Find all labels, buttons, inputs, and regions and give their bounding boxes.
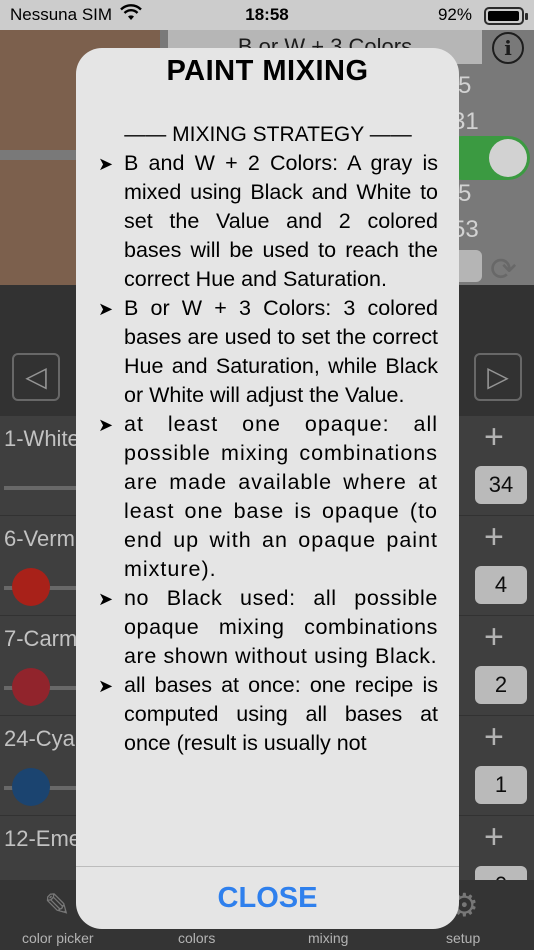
strategy-description: B and W + 2 Colors: A gray is mixed usin… <box>124 151 438 291</box>
list-item: ➤ B or W + 3 Colors: 3 colored bases are… <box>98 294 438 410</box>
arrow-bullet-icon: ➤ <box>98 154 114 174</box>
arrow-bullet-icon: ➤ <box>98 676 114 696</box>
list-item: ➤ at least one opaque: all possible mixi… <box>98 410 438 584</box>
list-item: ➤ B and W + 2 Colors: A gray is mixed us… <box>98 149 438 294</box>
dialog-body[interactable]: —— MIXING STRATEGY —— ➤ B and W + 2 Colo… <box>98 120 438 866</box>
list-item: ➤ all bases at once: one recipe is compu… <box>98 671 438 758</box>
paint-mixing-dialog: PAINT MIXING —— MIXING STRATEGY —— ➤ B a… <box>76 48 459 929</box>
close-button[interactable]: CLOSE <box>76 867 459 929</box>
arrow-bullet-icon: ➤ <box>98 415 114 435</box>
list-item: ➤ no Black used: all possible opaque mix… <box>98 584 438 671</box>
arrow-bullet-icon: ➤ <box>98 589 114 609</box>
dialog-title: PAINT MIXING <box>166 55 369 87</box>
strategy-description: no Black used: all possible opaque mixin… <box>124 586 438 668</box>
strategy-description: all bases at once: one recipe is compute… <box>124 673 438 755</box>
strategy-description: at least one opaque: all possible mixing… <box>124 412 438 581</box>
section-header: —— MIXING STRATEGY —— <box>124 123 412 146</box>
strategy-description: B or W + 3 Colors: 3 colored bases are u… <box>124 296 438 407</box>
arrow-bullet-icon: ➤ <box>98 299 114 319</box>
